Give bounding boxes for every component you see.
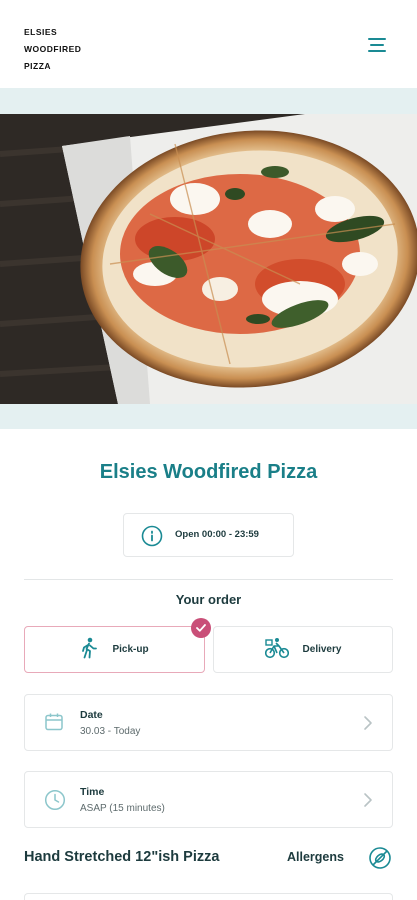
hero-image bbox=[0, 114, 417, 404]
top-header: ELSIES WOODFIRED PIZZA bbox=[0, 0, 417, 88]
section-divider bbox=[24, 579, 393, 580]
date-selector[interactable]: Date 30.03 - Today bbox=[24, 694, 393, 751]
chevron-right-icon bbox=[363, 792, 373, 813]
time-selector[interactable]: Time ASAP (15 minutes) bbox=[24, 771, 393, 828]
hamburger-menu-icon[interactable] bbox=[366, 36, 388, 54]
calendar-icon bbox=[44, 712, 64, 737]
selected-check-icon bbox=[191, 618, 211, 638]
hero-top-band bbox=[0, 88, 417, 114]
pickup-option[interactable]: Pick-up bbox=[24, 626, 205, 673]
hero-bottom-band bbox=[0, 404, 417, 429]
time-label: Time bbox=[80, 786, 105, 798]
menu-item-card[interactable] bbox=[24, 893, 393, 900]
delivery-label: Delivery bbox=[302, 644, 342, 655]
no-allergens-icon[interactable] bbox=[368, 846, 392, 875]
info-icon bbox=[141, 525, 163, 552]
allergens-link[interactable]: Allergens bbox=[287, 850, 344, 864]
restaurant-name: Elsies Woodfired Pizza bbox=[99, 461, 318, 483]
pizza-photo bbox=[0, 114, 417, 404]
menu-section-title: Hand Stretched 12"ish Pizza bbox=[24, 849, 220, 865]
bicycle-courier-icon bbox=[264, 637, 289, 662]
walking-person-icon bbox=[80, 637, 98, 662]
clock-icon bbox=[44, 789, 66, 816]
your-order-heading: Your order bbox=[175, 592, 242, 607]
chevron-right-icon bbox=[363, 715, 373, 736]
time-value: ASAP (15 minutes) bbox=[80, 803, 165, 814]
opening-hours-badge: Open 00:00 - 23:59 bbox=[123, 513, 294, 557]
delivery-option[interactable]: Delivery bbox=[213, 626, 393, 673]
brand-logo[interactable]: ELSIES WOODFIRED PIZZA bbox=[24, 24, 144, 75]
opening-hours-text: Open 00:00 - 23:59 bbox=[175, 529, 259, 540]
pickup-label: Pick-up bbox=[112, 644, 149, 655]
date-value: 30.03 - Today bbox=[80, 726, 141, 737]
date-label: Date bbox=[80, 709, 103, 721]
